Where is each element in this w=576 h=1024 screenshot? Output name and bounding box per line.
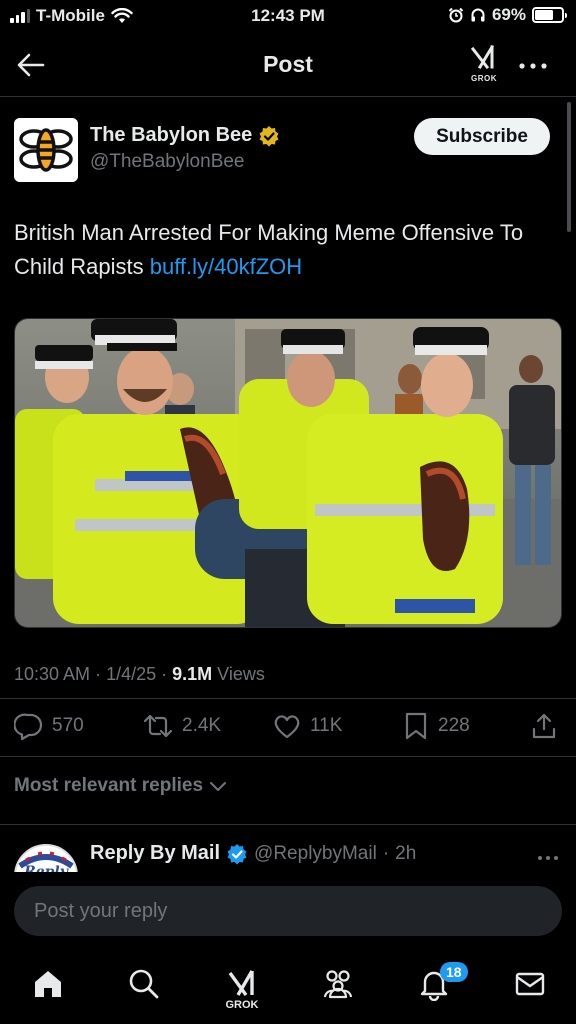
subscribe-button[interactable]: Subscribe xyxy=(414,118,550,155)
repost-button[interactable]: 2.4K xyxy=(142,706,221,746)
more-icon xyxy=(519,63,547,69)
headphones-icon xyxy=(471,8,485,22)
status-bar: T-Mobile 12:43 PM 69% xyxy=(0,0,576,34)
nav-grok-label: GROK xyxy=(225,999,259,1011)
author-avatar[interactable] xyxy=(14,118,78,182)
more-icon xyxy=(538,856,558,860)
home-icon xyxy=(35,971,61,997)
share-button[interactable] xyxy=(530,706,558,746)
reply-author-handle: @ReplybyMail xyxy=(254,842,377,864)
notifications-badge: 18 xyxy=(440,962,468,982)
replies-divider xyxy=(0,824,576,825)
reply-author-name: Reply By Mail xyxy=(90,842,221,864)
search-icon xyxy=(129,969,159,999)
bottom-nav: GROK 18 xyxy=(0,952,576,1024)
more-options-button[interactable] xyxy=(516,56,550,76)
communities-icon xyxy=(323,970,353,999)
verified-badge-icon xyxy=(259,125,279,146)
grok-button[interactable]: GROK xyxy=(466,44,502,85)
post-header: Post GROK xyxy=(0,34,576,96)
header-divider xyxy=(0,96,576,97)
share-icon xyxy=(532,713,556,739)
chevron-down-icon xyxy=(210,782,227,791)
post-link[interactable]: buff.ly/40kfZOH xyxy=(150,254,302,279)
bookmark-count: 228 xyxy=(438,715,470,736)
post-image[interactable] xyxy=(14,318,562,628)
reply-input[interactable]: Post your reply xyxy=(14,886,562,936)
alarm-icon xyxy=(448,7,464,23)
nav-search[interactable] xyxy=(122,962,166,1006)
reply-composer-bar: Post your reply xyxy=(0,872,576,952)
author-name-text: The Babylon Bee xyxy=(90,124,253,146)
like-button[interactable]: 11K xyxy=(272,706,342,746)
grok-label: GROK xyxy=(471,74,497,83)
status-right: 69% xyxy=(448,5,567,25)
bookmark-icon xyxy=(405,712,427,740)
reply-author[interactable]: Reply By Mail @ReplybyMail · 2h xyxy=(90,842,416,865)
repost-count: 2.4K xyxy=(182,715,222,736)
reply-separator: · xyxy=(382,842,390,864)
reply-icon xyxy=(14,713,43,741)
nav-home[interactable] xyxy=(26,962,70,1006)
post-text: British Man Arrested For Making Meme Off… xyxy=(14,216,564,284)
post-time: 10:30 AM xyxy=(14,664,91,684)
battery-percent: 69% xyxy=(491,5,526,24)
action-bar: 570 2.4K 11K 228 xyxy=(0,706,576,746)
reply-more-button[interactable] xyxy=(536,850,560,860)
battery-icon xyxy=(532,7,567,23)
verified-badge-icon xyxy=(227,843,247,864)
repost-icon xyxy=(143,714,173,738)
reply-count: 570 xyxy=(52,715,84,736)
reply-age: 2h xyxy=(395,842,417,864)
nav-messages[interactable] xyxy=(508,962,552,1006)
views-count[interactable]: 9.1M xyxy=(172,664,212,684)
reply-sort-dropdown[interactable]: Most relevant replies xyxy=(14,775,227,797)
mail-icon xyxy=(515,972,545,996)
grok-icon xyxy=(228,970,254,996)
heart-icon xyxy=(274,715,300,739)
actions-divider xyxy=(0,756,576,757)
views-label: Views xyxy=(217,664,265,684)
author-handle[interactable]: @TheBabylonBee xyxy=(90,151,245,173)
reply-button[interactable]: 570 xyxy=(14,706,84,746)
reply-sort-label: Most relevant replies xyxy=(14,775,204,796)
nav-communities[interactable] xyxy=(316,962,360,1006)
scrollbar[interactable] xyxy=(567,102,571,232)
author-name[interactable]: The Babylon Bee xyxy=(90,124,280,147)
post-meta: 10:30 AM · 1/4/25 · 9.1M Views xyxy=(14,664,265,684)
meta-divider xyxy=(0,698,576,699)
post-date: 1/4/25 xyxy=(106,664,157,684)
bookmark-button[interactable]: 228 xyxy=(402,706,470,746)
bee-logo-icon xyxy=(14,118,78,182)
like-count: 11K xyxy=(310,715,343,736)
grok-icon xyxy=(470,44,495,70)
post-photo xyxy=(15,319,561,627)
